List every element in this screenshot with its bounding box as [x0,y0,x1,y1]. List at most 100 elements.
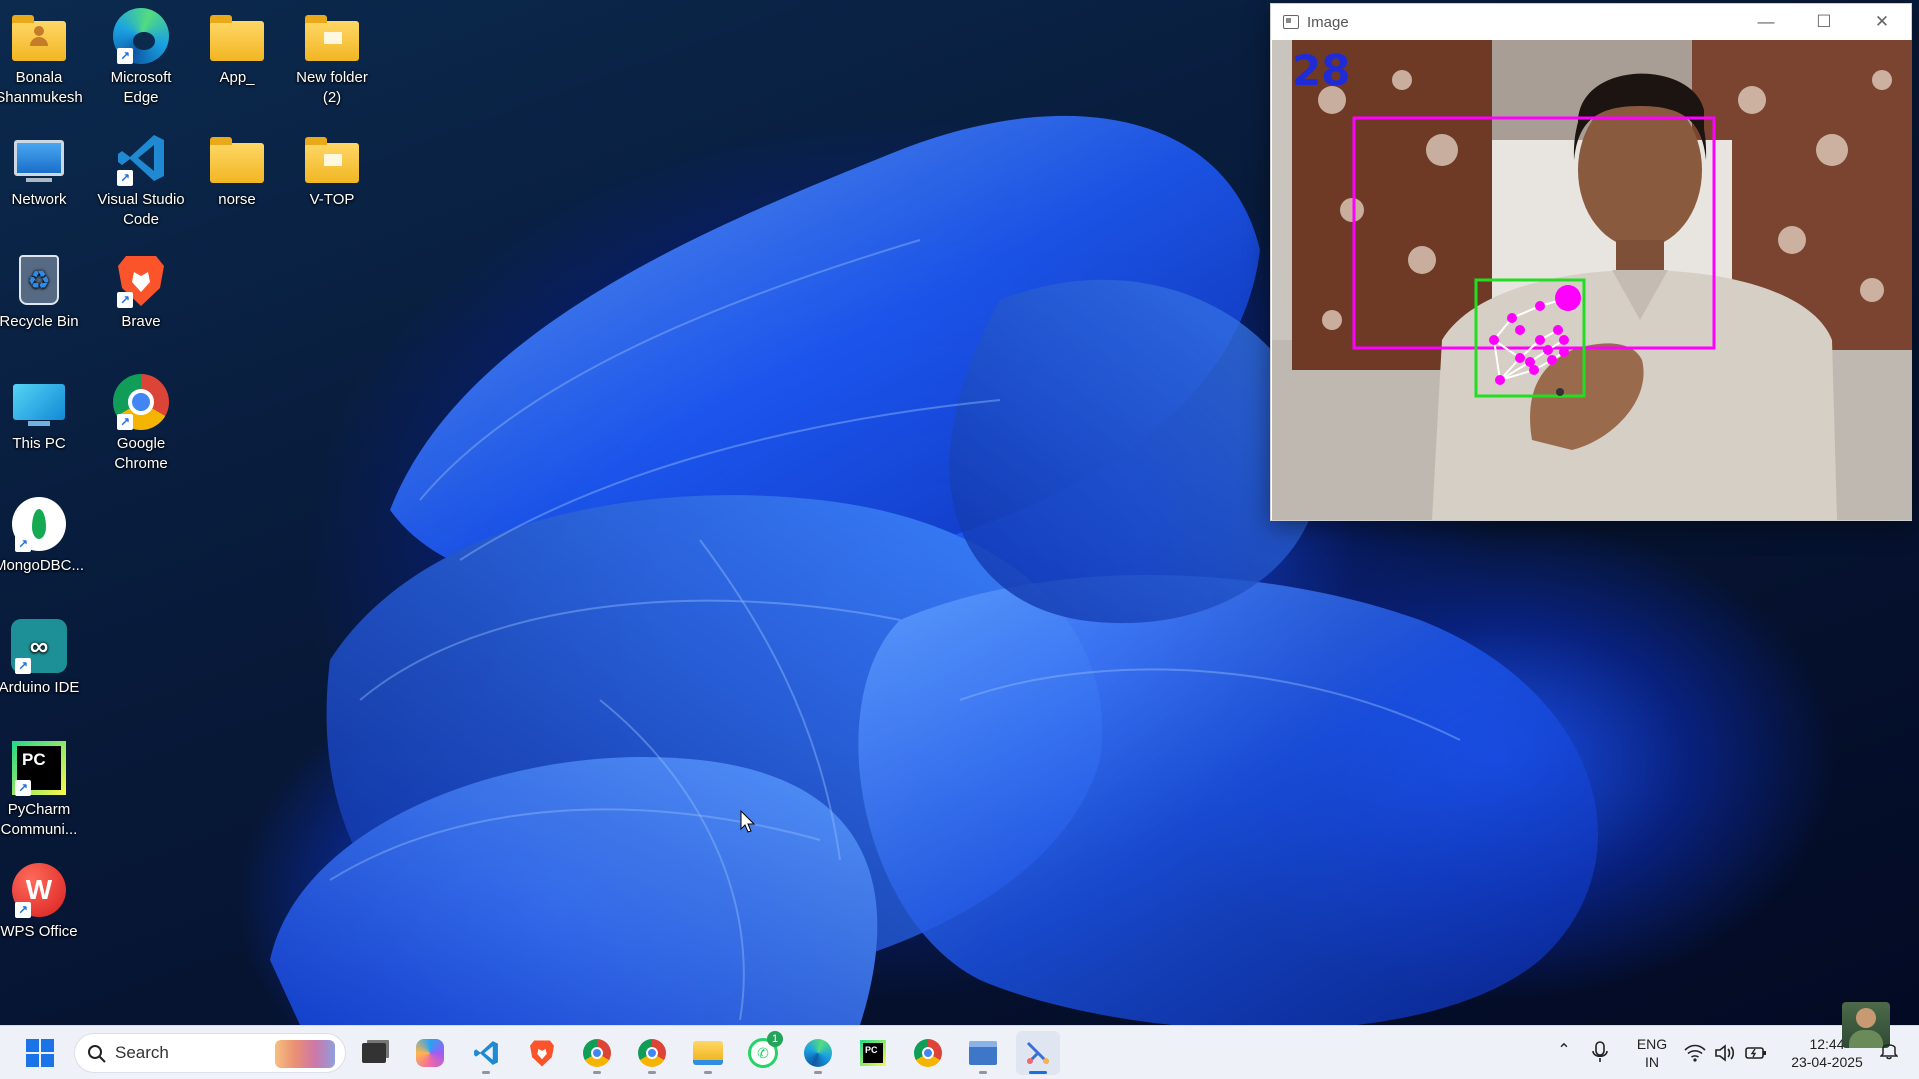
desktop-icon-brave[interactable]: ↗ Brave [94,252,188,332]
folder-icon [304,130,360,186]
desktop-icon-label: Recycle Bin [0,313,79,330]
pycharm-taskbar-button[interactable]: PC [851,1031,895,1075]
desktop-icon-vtop-folder[interactable]: V-TOP [285,130,379,210]
desktop-icon-edge[interactable]: ↗ Microsoft Edge [94,8,188,108]
copilot-button[interactable] [408,1031,452,1075]
edge-icon: ↗ [113,8,169,64]
volume-icon [1715,1044,1735,1062]
chrome-icon [914,1039,942,1067]
whatsapp-badge: 1 [767,1031,783,1047]
chrome-profile-icon [638,1039,666,1067]
desktop-icon-label: New folder (2) [296,69,368,106]
vscode-taskbar-button[interactable] [464,1031,508,1075]
snipping-tool-icon [1026,1041,1050,1065]
desktop-icon-label: Bonala Shanmukesh [0,69,83,106]
taskbar-search[interactable]: Search [74,1033,346,1073]
maximize-icon: ☐ [1816,12,1832,31]
language-indicator[interactable]: ENG IN [1632,1035,1672,1071]
edge-taskbar-button[interactable] [796,1031,840,1075]
desktop-icon-pycharm[interactable]: PC ↗ PyCharm Communi... [0,740,86,840]
file-explorer-icon [693,1041,723,1065]
battery-icon [1745,1047,1766,1059]
recycle-bin-icon: ♻ [11,252,67,308]
vscode-icon: ↗ [113,130,169,186]
desktop-icon-user-folder[interactable]: Bonala Shanmukesh [0,8,86,108]
show-hidden-icons-button[interactable]: ⌃ [1552,1040,1576,1064]
snipping-tool-taskbar-button[interactable] [1016,1031,1060,1075]
desktop-icon-app-folder[interactable]: App_ [190,8,284,88]
desktop-icon-label: Visual Studio Code [97,191,185,228]
microphone-button[interactable] [1590,1040,1614,1066]
wifi-icon [1684,1044,1706,1062]
region-code: IN [1645,1054,1659,1070]
search-highlight-icon [275,1040,335,1068]
desktop-icon-mongodb[interactable]: ↗ MongoDBC... [0,496,86,576]
wps-icon: W ↗ [11,862,67,918]
task-view-icon [362,1043,386,1063]
chevron-up-icon: ⌃ [1557,1042,1571,1059]
pycharm-icon: PC ↗ [11,740,67,796]
desktop-icon-label: norse [218,191,256,208]
network-status-button[interactable] [1684,1040,1772,1066]
fps-counter: 28 [1292,46,1351,95]
desktop-icon-this-pc[interactable]: This PC [0,374,86,454]
folder-icon [209,8,265,64]
pycharm-icon: PC [860,1040,886,1066]
desktop-icon-label: Google Chrome [114,435,168,472]
edge-icon [804,1039,832,1067]
search-placeholder: Search [115,1043,169,1062]
desktop-icon-vscode[interactable]: ↗ Visual Studio Code [94,130,188,230]
notification-bell-icon [1879,1044,1899,1060]
whatsapp-taskbar-button[interactable]: ✆ 1 [741,1031,785,1075]
image-window[interactable]: Image — ☐ ✕ 28 [1270,3,1912,521]
camera-feed: 28 [1272,40,1912,520]
chrome-2-taskbar-button[interactable] [906,1031,950,1075]
brave-icon [530,1040,554,1067]
microphone-icon [1592,1041,1608,1062]
vscode-icon [474,1041,498,1065]
brave-taskbar-button[interactable] [520,1031,564,1075]
desktop-icon-label: This PC [12,435,66,452]
control-panel-taskbar-button[interactable] [961,1031,1005,1075]
chrome-icon [583,1039,611,1067]
desktop-icon-arduino[interactable]: ∞ ↗ Arduino IDE [0,618,86,698]
image-app-icon [1283,15,1299,29]
monitor-icon [11,374,67,430]
desktop-icon-label: Microsoft Edge [110,69,172,106]
copilot-icon [416,1039,444,1067]
close-button[interactable]: ✕ [1853,4,1911,40]
chrome-icon: ↗ [113,374,169,430]
file-explorer-taskbar-button[interactable] [686,1031,730,1075]
chrome-taskbar-button[interactable] [575,1031,619,1075]
chrome-profile-taskbar-button[interactable] [630,1031,674,1075]
desktop-icon-wps[interactable]: W ↗ WPS Office [0,862,86,942]
mongodb-icon: ↗ [11,496,67,552]
desktop-icon-norse-folder[interactable]: norse [190,130,284,210]
clock-date: 23-04-2025 [1791,1054,1863,1070]
windows-logo-icon [26,1039,54,1067]
notifications-button[interactable] [1879,1040,1904,1064]
desktop-icon-label: Brave [121,313,161,330]
start-button[interactable] [18,1031,62,1075]
desktop-icon-label: MongoDBC... [0,557,85,574]
search-icon [88,1045,106,1063]
control-panel-icon [969,1041,997,1065]
user-folder-icon [11,8,67,64]
desktop-icon-label: Network [11,191,67,208]
fingertip-marker [1555,285,1581,311]
folder-icon [209,130,265,186]
desktop-icon-network[interactable]: Network [0,130,86,210]
desktop-icon-label: App_ [219,69,255,86]
task-view-button[interactable] [352,1031,396,1075]
desktop-icon-chrome[interactable]: ↗ Google Chrome [94,374,188,474]
window-title: Image [1307,13,1349,31]
desktop-icon-recycle-bin[interactable]: ♻ Recycle Bin [0,252,86,332]
desktop-icon-label: PyCharm Communi... [0,801,78,838]
desktop-icon-new-folder-2[interactable]: New folder (2) [285,8,379,108]
minimize-icon: — [1757,12,1775,31]
folder-icon [304,8,360,64]
camera-frame [1272,40,1912,520]
minimize-button[interactable]: — [1737,4,1795,40]
maximize-button[interactable]: ☐ [1795,4,1853,40]
network-icon [11,130,67,186]
